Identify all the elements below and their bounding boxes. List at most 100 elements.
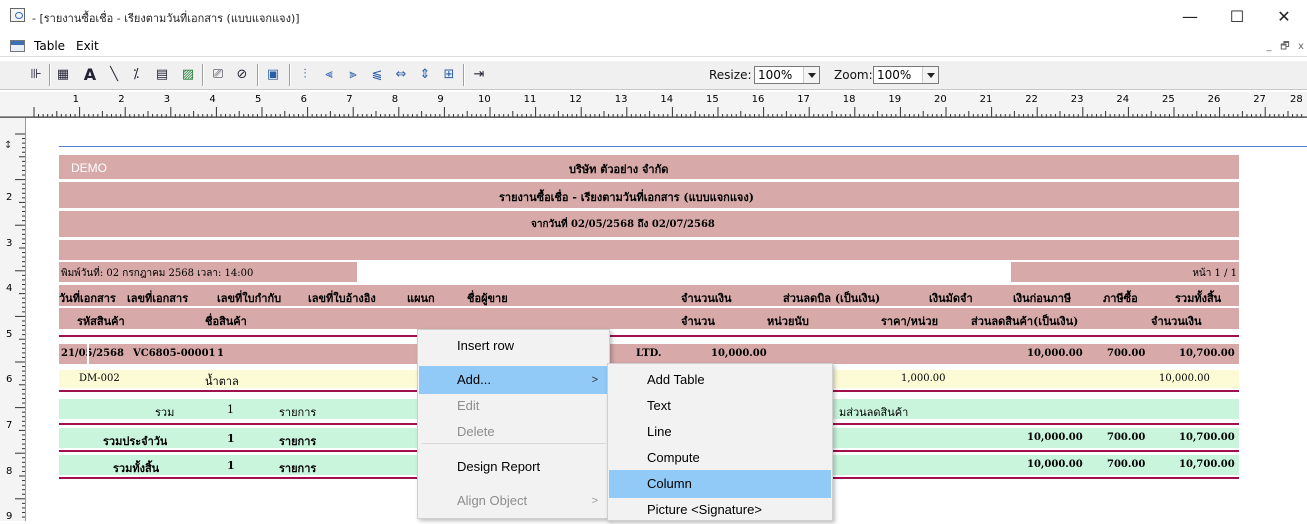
exit-icon[interactable]: ⇥ — [469, 65, 489, 85]
resize-select[interactable]: 100% — [754, 66, 820, 84]
col-department[interactable]: แผนก — [407, 289, 435, 307]
col-ref-no[interactable]: เลขที่ใบอ้างอิง — [308, 289, 376, 307]
table-icon[interactable]: ▦ — [53, 65, 73, 85]
daily-total[interactable]: 10,700.00 — [1179, 432, 1235, 443]
align-top-icon[interactable]: ⫶ — [295, 65, 315, 85]
separator-line[interactable] — [59, 335, 1239, 337]
header-band-daterange[interactable]: จากวันที่ 02/05/2568 ถึง 02/07/2568 — [59, 211, 1239, 237]
sum-label[interactable]: รวม — [155, 403, 174, 421]
daily-before-tax[interactable]: 10,000.00 — [1027, 432, 1083, 443]
submenu-picture-signature[interactable]: Picture <Signature> — [609, 496, 831, 524]
row-total[interactable]: 10,700.00 — [1179, 348, 1235, 359]
daily-count[interactable]: 1 — [227, 432, 235, 445]
mdi-restore-button[interactable]: 🗗 — [1278, 40, 1292, 53]
menu-insert-row[interactable]: Insert row — [419, 332, 608, 360]
col-vat[interactable]: ภาษีซื้อ — [1103, 289, 1138, 307]
col-quantity[interactable]: จำนวน — [681, 312, 715, 330]
col-product-name[interactable]: ชื่อสินค้า — [205, 312, 247, 330]
picture-icon[interactable]: ▨ — [178, 65, 198, 85]
col-item-discount[interactable]: ส่วนลดสินค้า(เป็นเงิน) — [971, 312, 1078, 330]
grand-before-tax[interactable]: 10,000.00 — [1027, 459, 1083, 470]
group-icon[interactable]: ▤ — [152, 65, 172, 85]
line-tool-icon[interactable]: ╲ — [104, 65, 124, 85]
close-button[interactable]: ✕ — [1261, 3, 1307, 31]
row-vendor-name[interactable]: LTD. — [636, 348, 661, 359]
text-tool-icon[interactable]: A — [80, 65, 100, 85]
same-width-icon[interactable]: ⇔ — [391, 65, 411, 85]
row-product-name[interactable]: น้ำตาล — [205, 372, 239, 390]
menu-delete[interactable]: Delete — [419, 418, 608, 446]
menu-exit[interactable]: Exit — [76, 39, 99, 53]
chevron-down-icon[interactable] — [803, 67, 819, 83]
submenu-text[interactable]: Text — [609, 392, 831, 420]
daily-label[interactable]: รวมประจำวัน — [103, 432, 167, 450]
align-right-icon[interactable]: ⫹ — [367, 65, 387, 85]
col-product-code[interactable]: รหัสสินค้า — [77, 312, 125, 330]
row-doc-date[interactable]: 21/05/2568 — [61, 348, 124, 359]
daily-vat[interactable]: 700.00 — [1107, 432, 1145, 443]
report-icon[interactable]: ⎚ — [208, 65, 228, 85]
col-unit[interactable]: หน่วยนับ — [767, 312, 809, 330]
submenu-column[interactable]: Column — [609, 470, 831, 498]
align-bottom-icon[interactable]: ⫷ — [319, 65, 339, 85]
column-header-row-2[interactable]: รหัสสินค้า ชื่อสินค้า จำนวน หน่วยนับ ราค… — [59, 308, 1239, 329]
row-before-tax[interactable]: 10,000.00 — [1027, 348, 1083, 359]
row-unit-price[interactable]: 1,000.00 — [901, 373, 946, 384]
col-doc-no[interactable]: เลขที่เอกสาร — [127, 289, 188, 307]
properties-icon[interactable]: ▣ — [263, 65, 283, 85]
print-date[interactable]: พิมพ์วันที่: 02 กรกฎาคม 2568 เวลา: 14:00 — [61, 266, 253, 281]
grand-total[interactable]: 10,700.00 — [1179, 459, 1235, 470]
menu-add[interactable]: Add... > — [419, 366, 608, 394]
col-invoice-no[interactable]: เลขที่ใบกำกับ — [217, 289, 281, 307]
col-doc-date[interactable]: วันที่เอกสาร — [59, 289, 116, 307]
same-height-icon[interactable]: ⇕ — [415, 65, 435, 85]
col-amount[interactable]: จำนวนเงิน — [681, 289, 732, 307]
date-range[interactable]: จากวันที่ 02/05/2568 ถึง 02/07/2568 — [531, 217, 715, 232]
col-unit-price[interactable]: ราคา/หน่วย — [881, 312, 938, 330]
row-resize-icon[interactable]: ↕ — [4, 140, 12, 151]
page-number-box[interactable]: หน้า 1 / 1 — [1011, 262, 1239, 282]
grand-count[interactable]: 1 — [227, 459, 235, 472]
ellipse-icon[interactable]: ⊘ — [232, 65, 252, 85]
grand-unit[interactable]: รายการ — [279, 459, 316, 477]
sum-item-discount-label[interactable]: มส่วนลดสินค้า — [839, 403, 908, 421]
row-doc-no[interactable]: VC6805-00001 — [133, 348, 216, 359]
chevron-down-icon[interactable] — [922, 67, 938, 83]
zoom-select[interactable]: 100% — [873, 66, 939, 84]
grand-vat[interactable]: 700.00 — [1107, 459, 1145, 470]
row-invoice-no[interactable]: 1 — [217, 348, 224, 359]
compute-icon[interactable]: ⁒ — [126, 65, 146, 85]
col-deposit[interactable]: เงินมัดจำ — [929, 289, 973, 307]
column-select-icon[interactable]: ⊪ — [26, 65, 46, 85]
header-band-title[interactable]: รายงานซื้อเชื่อ - เรียงตามวันที่เอกสาร (… — [59, 182, 1239, 208]
col-line-amount[interactable]: จำนวนเงิน — [1151, 312, 1202, 330]
minimize-button[interactable]: — — [1167, 3, 1213, 31]
maximize-button[interactable]: ☐ — [1214, 3, 1260, 31]
mdi-minimize-button[interactable]: _ — [1262, 40, 1276, 53]
col-bill-discount[interactable]: ส่วนลดบิล (เป็นเงิน) — [783, 289, 880, 307]
header-band-company[interactable]: DEMO บริษัท ตัวอย่าง จำกัด — [59, 155, 1239, 179]
col-total[interactable]: รวมทั้งสิ้น — [1175, 289, 1221, 307]
col-before-tax[interactable]: เงินก่อนภาษี — [1013, 289, 1071, 307]
daily-unit[interactable]: รายการ — [279, 432, 316, 450]
submenu-compute[interactable]: Compute — [609, 444, 831, 472]
submenu-line[interactable]: Line — [609, 418, 831, 446]
row-vat[interactable]: 700.00 — [1107, 348, 1145, 359]
col-vendor-name[interactable]: ชื่อผู้ขาย — [467, 289, 508, 307]
column-header-row[interactable]: วันที่เอกสาร เลขที่เอกสาร เลขที่ใบกำกับ … — [59, 285, 1239, 306]
sum-count[interactable]: 1 — [227, 403, 234, 416]
page-number[interactable]: หน้า 1 / 1 — [1192, 266, 1237, 281]
submenu-add-table[interactable]: Add Table — [609, 366, 831, 394]
menu-align-object[interactable]: Align Object > — [419, 487, 608, 515]
align-left-icon[interactable]: ⫸ — [343, 65, 363, 85]
grid-icon[interactable]: ⊞ — [439, 65, 459, 85]
grand-label[interactable]: รวมทั้งสิ้น — [113, 459, 159, 477]
menu-table[interactable]: Table — [34, 39, 65, 53]
mdi-close-button[interactable]: x — [1294, 40, 1307, 53]
row-amount[interactable]: 10,000.00 — [711, 348, 767, 359]
row-line-amount[interactable]: 10,000.00 — [1159, 373, 1210, 384]
table-row[interactable]: 21/05/2568 VC6805-00001 1 LTD. 10,000.00… — [59, 344, 1239, 364]
menu-design-report[interactable]: Design Report — [419, 453, 608, 481]
print-date-box[interactable]: พิมพ์วันที่: 02 กรกฎาคม 2568 เวลา: 14:00 — [59, 262, 357, 282]
menu-edit[interactable]: Edit — [419, 392, 608, 420]
